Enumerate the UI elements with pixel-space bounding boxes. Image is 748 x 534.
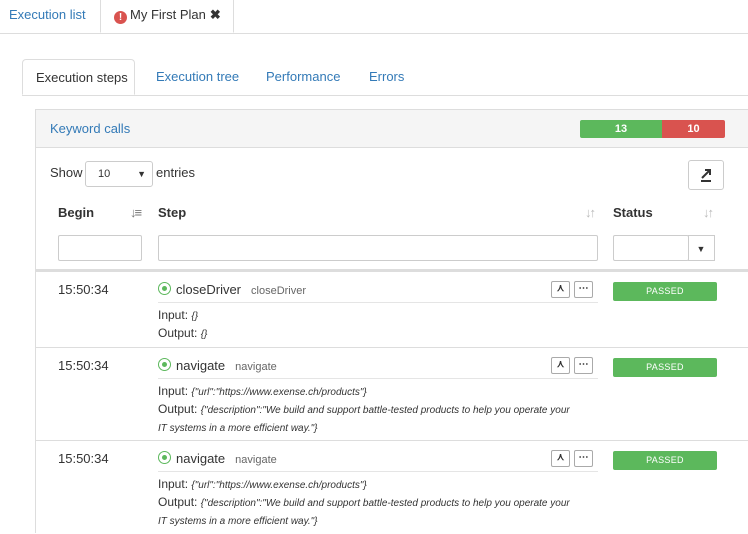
status-badge: PASSED: [613, 282, 717, 301]
ok-circle-icon: [158, 358, 171, 371]
export-icon: [701, 169, 711, 182]
output-label: Output:: [158, 326, 198, 340]
tab-execution-tree[interactable]: Execution tree: [156, 59, 239, 95]
keyword-name[interactable]: closeDriver: [176, 282, 241, 297]
keyword-function: navigate: [235, 454, 277, 466]
tab-errors[interactable]: Errors: [369, 59, 404, 95]
status-filter-select[interactable]: [613, 235, 689, 261]
keyword-name[interactable]: navigate: [176, 358, 225, 373]
table-row: 15:50:34 closeDriver closeDriver ⋏ ⋯ PASS…: [36, 272, 748, 348]
tree-button[interactable]: ⋏: [551, 450, 570, 467]
keyword-function: closeDriver: [251, 285, 307, 297]
column-header-step[interactable]: Step: [158, 205, 186, 220]
output-value-cont: IT systems in a more efficient way."}: [158, 516, 318, 527]
output-label: Output:: [158, 495, 198, 509]
output-value: {"description":"We build and support bat…: [200, 405, 570, 416]
entries-label: entries: [156, 165, 196, 180]
panel-title[interactable]: Keyword calls: [50, 121, 130, 136]
table-row: 15:50:34 navigate navigate ⋏ ⋯ PASSED Inp…: [36, 348, 748, 441]
ok-circle-icon: [158, 451, 171, 464]
input-label: Input:: [158, 308, 189, 322]
passed-count-bar: 13: [580, 120, 662, 138]
io-block: Input: {"url":"https://www.exense.ch/pro…: [158, 383, 608, 437]
begin-time: 15:50:34: [58, 358, 109, 373]
output-label: Output:: [158, 402, 198, 416]
tab-my-first-plan[interactable]: ! My First Plan ✖: [100, 0, 234, 33]
input-label: Input:: [158, 384, 189, 398]
input-value: {}: [191, 311, 199, 322]
tab-execution-steps[interactable]: Execution steps: [22, 59, 135, 95]
output-value: {"description":"We build and support bat…: [200, 498, 570, 509]
keyword-name[interactable]: navigate: [176, 451, 225, 466]
more-button[interactable]: ⋯: [574, 281, 593, 298]
tab-performance[interactable]: Performance: [266, 59, 340, 95]
column-header-begin[interactable]: Begin: [58, 205, 94, 220]
io-block: Input: {"url":"https://www.exense.ch/pro…: [158, 476, 608, 530]
io-block: Input: {} Output: {}: [158, 307, 608, 343]
show-label: Show: [50, 165, 83, 180]
close-icon[interactable]: ✖: [210, 7, 221, 22]
entries-select[interactable]: 10 ▼: [85, 161, 153, 187]
tab-label: Execution list: [9, 7, 86, 22]
tree-button[interactable]: ⋏: [551, 357, 570, 374]
begin-filter-input[interactable]: [58, 235, 142, 261]
failed-count-bar: 10: [662, 120, 725, 138]
step-keyword: navigate navigate ⋏ ⋯: [158, 450, 598, 472]
error-icon: !: [114, 11, 127, 24]
input-label: Input:: [158, 477, 189, 491]
output-value: {}: [200, 329, 208, 340]
export-button[interactable]: [688, 160, 724, 190]
begin-time: 15:50:34: [58, 282, 109, 297]
tab-execution-list[interactable]: Execution list: [0, 0, 100, 33]
begin-time: 15:50:34: [58, 451, 109, 466]
top-tab-bar: Execution list ! My First Plan ✖: [0, 0, 748, 34]
caret-down-icon[interactable]: ▼: [688, 235, 715, 261]
status-badge: PASSED: [613, 451, 717, 470]
output-value-cont: IT systems in a more efficient way."}: [158, 423, 318, 434]
more-button[interactable]: ⋯: [574, 450, 593, 467]
table-row: 15:50:34 navigate navigate ⋏ ⋯ PASSED Inp…: [36, 441, 748, 534]
step-keyword: navigate navigate ⋏ ⋯: [158, 357, 598, 379]
ok-circle-icon: [158, 282, 171, 295]
more-button[interactable]: ⋯: [574, 357, 593, 374]
column-header-status[interactable]: Status: [613, 205, 653, 220]
input-value: {"url":"https://www.exense.ch/products"}: [191, 387, 367, 398]
sort-desc-icon[interactable]: ↓≡: [130, 205, 142, 220]
tab-label: My First Plan: [130, 7, 206, 22]
entries-value: 10: [98, 168, 111, 180]
sort-icon[interactable]: ↓↑: [585, 205, 596, 220]
status-badge: PASSED: [613, 358, 717, 377]
caret-down-icon: ▼: [137, 169, 146, 179]
input-value: {"url":"https://www.exense.ch/products"}: [191, 480, 367, 491]
sort-icon[interactable]: ↓↑: [703, 205, 714, 220]
panel-header: Keyword calls 13 10: [36, 110, 748, 148]
step-filter-input[interactable]: [158, 235, 598, 261]
sub-tab-bar: Execution steps Execution tree Performan…: [22, 59, 748, 96]
keyword-calls-panel: Keyword calls 13 10 Show 10 ▼ entries Be…: [35, 109, 748, 533]
step-keyword: closeDriver closeDriver ⋏ ⋯: [158, 281, 598, 303]
tree-button[interactable]: ⋏: [551, 281, 570, 298]
keyword-function: navigate: [235, 361, 277, 373]
